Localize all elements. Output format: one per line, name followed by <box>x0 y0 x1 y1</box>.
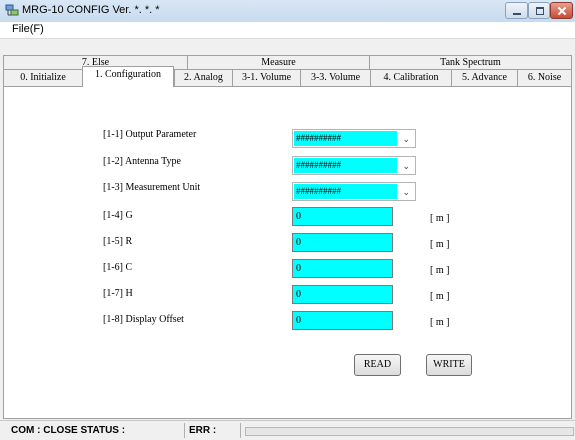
tab-measure[interactable]: Measure <box>187 55 370 70</box>
chevron-down-icon[interactable]: ⌄ <box>402 161 410 171</box>
tab-calibration[interactable]: 4. Calibration <box>370 69 452 86</box>
tab-initialize[interactable]: 0. Initialize <box>3 69 83 86</box>
status-divider <box>184 423 185 438</box>
read-button[interactable]: READ <box>354 354 401 376</box>
status-err-text: ERR : <box>189 425 217 436</box>
chevron-down-icon[interactable]: ⌄ <box>402 134 410 144</box>
chevron-down-icon[interactable]: ⌄ <box>402 187 410 197</box>
tab-noise[interactable]: 6. Noise <box>517 69 572 86</box>
h-unit: [ m ] <box>430 291 450 302</box>
output-parameter-label: [1-1] Output Parameter <box>103 129 197 140</box>
c-unit: [ m ] <box>430 265 450 276</box>
antenna-type-select[interactable]: ########## ⌄ <box>292 156 416 175</box>
title-bar: MRG-10 CONFIG Ver. *. *. * <box>0 0 575 23</box>
antenna-type-label: [1-2] Antenna Type <box>103 156 181 167</box>
measurement-unit-value: ########## <box>294 184 397 199</box>
g-label: [1-4] G <box>103 210 133 221</box>
tab-advance[interactable]: 5. Advance <box>451 69 518 86</box>
output-parameter-select[interactable]: ########## ⌄ <box>292 129 416 148</box>
menu-file[interactable]: File(F) <box>12 23 44 35</box>
status-bar: COM : CLOSE STATUS : ERR : <box>0 420 575 440</box>
tab-analog[interactable]: 2. Analog <box>174 69 233 86</box>
display-offset-label: [1-8] Display Offset <box>103 314 184 325</box>
minimize-button[interactable] <box>505 2 528 19</box>
write-button[interactable]: WRITE <box>426 354 472 376</box>
configuration-panel <box>3 86 572 419</box>
tab-volume-3-1[interactable]: 3-1. Volume <box>232 69 301 86</box>
close-button[interactable] <box>550 2 573 19</box>
r-input[interactable]: 0 <box>292 233 393 252</box>
c-label: [1-6] C <box>103 262 133 273</box>
display-offset-input[interactable]: 0 <box>292 311 393 330</box>
window-title: MRG-10 CONFIG Ver. *. *. * <box>22 4 160 16</box>
measurement-unit-select[interactable]: ########## ⌄ <box>292 182 416 201</box>
menu-bar: File(F) <box>0 22 575 39</box>
status-divider <box>240 423 241 438</box>
measurement-unit-label: [1-3] Measurement Unit <box>103 182 201 193</box>
app-window: MRG-10 CONFIG Ver. *. *. * File(F) 7. El… <box>0 0 575 440</box>
app-network-icon <box>5 4 19 16</box>
g-unit: [ m ] <box>430 213 450 224</box>
maximize-button[interactable] <box>528 2 550 19</box>
tab-volume-3-3[interactable]: 3-3. Volume <box>300 69 371 86</box>
c-input[interactable]: 0 <box>292 259 393 278</box>
r-label: [1-5] R <box>103 236 133 247</box>
progress-bar <box>245 427 574 436</box>
h-input[interactable]: 0 <box>292 285 393 304</box>
tab-tank-spectrum[interactable]: Tank Spectrum <box>369 55 572 70</box>
antenna-type-value: ########## <box>294 158 397 173</box>
status-com-text: COM : CLOSE STATUS : <box>11 425 126 436</box>
tab-configuration[interactable]: 1. Configuration <box>82 66 174 87</box>
g-input[interactable]: 0 <box>292 207 393 226</box>
output-parameter-value: ########## <box>294 131 397 146</box>
display-offset-unit: [ m ] <box>430 317 450 328</box>
h-label: [1-7] H <box>103 288 133 299</box>
r-unit: [ m ] <box>430 239 450 250</box>
